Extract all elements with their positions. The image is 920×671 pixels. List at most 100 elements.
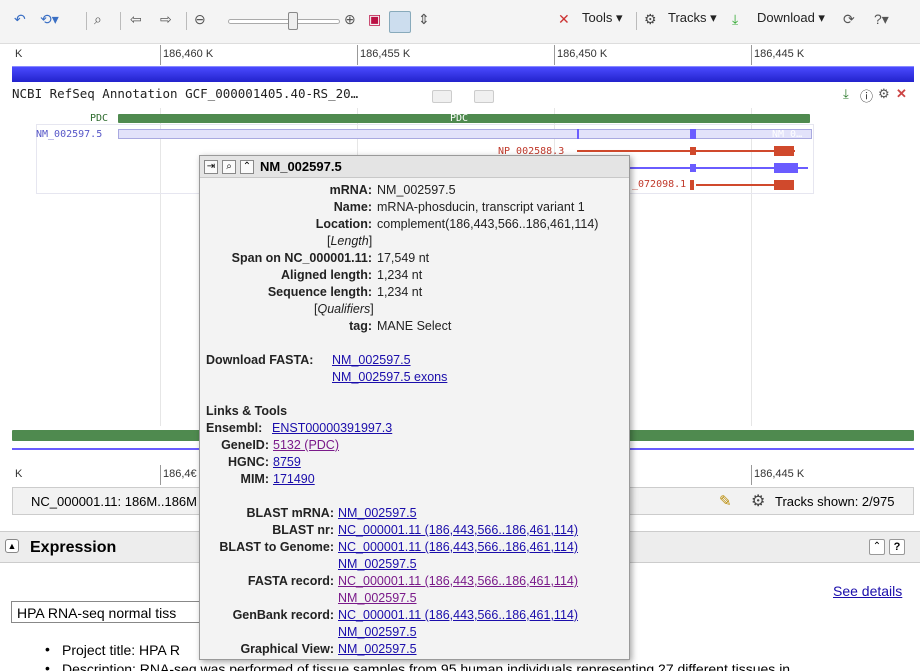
gear-icon[interactable]: ⚙: [751, 491, 765, 511]
protein-label-2: _072098.1: [632, 179, 687, 190]
location-text: NC_000001.11: 186M..186M: [31, 494, 197, 509]
transcript-label: NM_002597.5: [36, 129, 103, 140]
dataset-select[interactable]: HPA RNA-seq normal tiss: [11, 601, 221, 623]
collapse-icon[interactable]: ⇕: [418, 8, 430, 30]
label-blast-mrna: BLAST mRNA:: [246, 506, 335, 520]
label-mim: MIM:: [240, 472, 269, 486]
popup-title: NM_002597.5: [260, 159, 342, 174]
hgnc-link[interactable]: 8759: [273, 454, 301, 471]
help-icon[interactable]: ?: [889, 539, 905, 555]
tracks-shown[interactable]: Tracks shown: 2/975: [775, 494, 894, 509]
fasta-record-link[interactable]: NC_000001.11 (186,443,566..186,461,114): [338, 573, 578, 590]
graphical-view-link[interactable]: NM_002597.5: [338, 641, 417, 658]
qualifiers-heading: [Qualifiers]: [314, 302, 374, 316]
transcript-bar[interactable]: [118, 129, 812, 139]
refresh-icon[interactable]: ⟳: [843, 8, 855, 30]
label-blast-genome: BLAST to Genome:: [219, 540, 334, 554]
info-icon[interactable]: ⓘ: [860, 86, 873, 105]
history-icon[interactable]: ⟲▾: [40, 8, 59, 30]
track-title: NCBI RefSeq Annotation GCF_000001405.40-…: [12, 86, 359, 101]
ruler-label: K: [15, 48, 23, 60]
expand-icon[interactable]: ⌃: [869, 539, 885, 555]
exon: [690, 164, 696, 172]
download-menu[interactable]: Download ▾: [757, 10, 825, 26]
label-mrna: mRNA:: [329, 183, 372, 197]
separator: [636, 12, 637, 30]
fasta-record-link-2[interactable]: NM_002597.5: [338, 590, 417, 607]
zoom-in-icon[interactable]: ⊕: [344, 8, 356, 30]
label-fasta-record: FASTA record:: [247, 574, 334, 588]
edit-icon[interactable]: ✎: [719, 492, 732, 510]
exon: [690, 129, 696, 139]
value-name: mRNA-phosducin, transcript variant 1: [377, 200, 585, 214]
exon: [690, 147, 696, 155]
blast-mrna-link[interactable]: NM_002597.5: [338, 505, 417, 522]
label-ensembl: Ensembl:: [206, 421, 263, 435]
mim-link[interactable]: 171490: [273, 471, 315, 488]
label-hgnc: HGNC:: [228, 455, 269, 469]
tools-icon[interactable]: ✕: [558, 8, 570, 30]
value-location: complement(186,443,566..186,461,114): [377, 217, 599, 231]
section-title: Expression: [30, 539, 117, 556]
track-download-icon[interactable]: ⤓: [843, 86, 849, 102]
label-tag: tag:: [349, 319, 372, 333]
label-download-fasta: Download FASTA:: [206, 353, 314, 367]
help-icon[interactable]: ?▾: [874, 8, 889, 30]
links-heading: Links & Tools: [206, 404, 288, 418]
zoom-slider-handle[interactable]: [288, 12, 298, 30]
separator: [120, 12, 121, 30]
pin-icon[interactable]: ⇥: [204, 160, 218, 174]
genbank-link-2[interactable]: NM_002597.5: [338, 624, 417, 641]
track-settings-icon[interactable]: ⚙: [878, 86, 890, 102]
pan-left-icon[interactable]: ⇦: [130, 8, 142, 30]
track-next-button[interactable]: [474, 90, 494, 103]
value-tag: MANE Select: [377, 319, 452, 333]
ruler-divider: [554, 45, 555, 65]
fasta-exons-link[interactable]: NM_002597.5 exons: [332, 369, 447, 386]
protein-bar[interactable]: [577, 150, 795, 152]
gear-icon[interactable]: ⚙: [644, 8, 657, 30]
download-icon[interactable]: ⤓: [732, 8, 738, 30]
ruler-divider: [751, 45, 752, 65]
genbank-link[interactable]: NC_000001.11 (186,443,566..186,461,114): [338, 607, 578, 624]
geneid-link[interactable]: 5132 (PDC): [273, 437, 339, 454]
ruler-label: 186,445 K: [754, 468, 805, 480]
search-icon[interactable]: ⌕: [94, 8, 102, 30]
pan-right-icon[interactable]: ⇨: [160, 8, 172, 30]
value-mrna: NM_002597.5: [377, 183, 456, 197]
undo-icon[interactable]: ↶: [14, 8, 26, 30]
see-details-link[interactable]: See details: [833, 583, 902, 599]
close-icon[interactable]: ✕: [896, 86, 907, 102]
toolbar: ↶ ⟲▾ ⌕ ⇦ ⇨ ⊖ ⊕ ▣ ⇕ ✕ Tools ▾ ⚙ Tracks ▾ …: [0, 0, 920, 44]
value-aligned: 1,234 nt: [377, 268, 423, 282]
label-location: Location:: [315, 217, 372, 231]
collapse-icon[interactable]: ⌃: [240, 160, 254, 174]
gene-center-label: PDC: [450, 113, 469, 124]
ruler-divider: [160, 45, 161, 65]
exon: [774, 163, 798, 173]
dataset-select-value: HPA RNA-seq normal tiss: [17, 605, 177, 621]
ensembl-link[interactable]: ENST00000391997.3: [272, 420, 392, 437]
description: Description: RNA-seq was performed of ti…: [62, 661, 791, 671]
collapse-icon[interactable]: ▲: [5, 539, 19, 553]
length-heading: [Length]: [327, 234, 373, 248]
blast-genome-link-2[interactable]: NM_002597.5: [338, 556, 417, 573]
exon: [577, 129, 579, 139]
label-seq-length: Sequence length:: [267, 285, 372, 299]
blast-genome-link[interactable]: NC_000001.11 (186,443,566..186,461,114): [338, 539, 578, 556]
sequence-icon[interactable]: ▣: [368, 8, 381, 30]
track-prev-button[interactable]: [432, 90, 452, 103]
blast-nr-link[interactable]: NC_000001.11 (186,443,566..186,461,114): [338, 522, 578, 539]
track-layout-icon[interactable]: [389, 11, 411, 33]
zoom-out-icon[interactable]: ⊖: [194, 8, 206, 30]
tools-menu[interactable]: Tools ▾: [582, 10, 623, 26]
bullet-dot: •: [45, 641, 50, 657]
label-blast-nr: BLAST nr:: [272, 523, 334, 537]
ruler-divider: [751, 465, 752, 485]
tracks-menu[interactable]: Tracks ▾: [668, 10, 717, 26]
fasta-link[interactable]: NM_002597.5: [332, 352, 411, 369]
zoom-icon[interactable]: ⌕: [222, 160, 236, 174]
transcript-end-label: NM_0…: [772, 129, 803, 140]
zoom-slider[interactable]: [228, 19, 340, 24]
value-span: 17,549 nt: [377, 251, 430, 265]
